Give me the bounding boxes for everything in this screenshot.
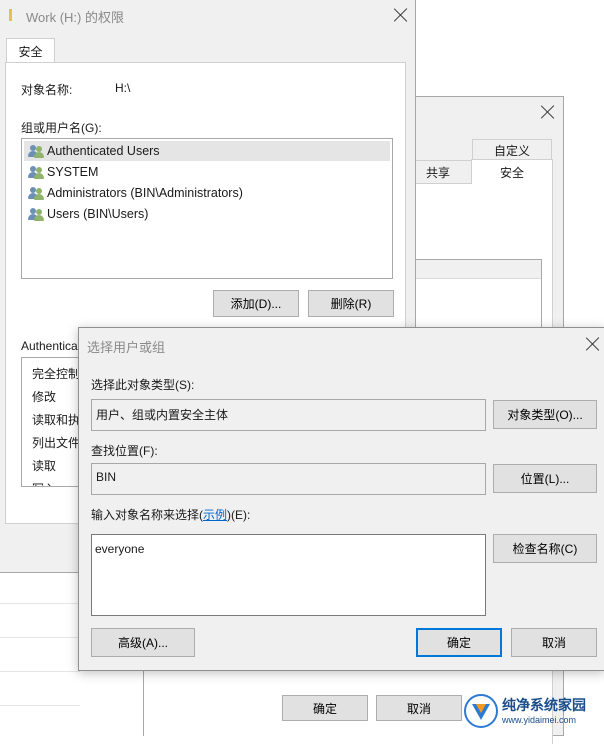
user-name: Authenticated Users [47,144,160,158]
list-item[interactable]: SYSTEM [24,162,390,182]
group-users-label: 组或用户名(G): [21,121,102,135]
list-header [405,260,541,279]
user-name: Users (BIN\Users) [47,207,149,221]
object-types-button[interactable]: 对象类型(O)... [493,400,597,429]
permissions-header: Authentica [21,339,78,353]
folder-icon [9,9,12,21]
permission-item: 写入 [32,480,56,486]
users-icon [28,186,44,200]
user-name: SYSTEM [47,165,99,179]
watermark-logo-icon [464,694,498,728]
check-names-button[interactable]: 检查名称(C) [493,534,597,563]
permission-item: 读取 [32,459,57,473]
users-icon [28,207,44,221]
enter-names-suffix: )(E): [227,508,251,522]
object-type-label: 选择此对象类型(S): [91,378,195,392]
cancel-button[interactable]: 取消 [376,695,462,721]
select-users-dialog: 选择用户或组 选择此对象类型(S): 用户、组或内置安全主体 对象类型(O)..… [78,327,604,671]
locations-button[interactable]: 位置(L)... [493,464,597,493]
cancel-button[interactable]: 取消 [511,628,597,657]
background-divider [0,603,80,604]
ok-button[interactable]: 确定 [416,628,502,657]
object-names-input[interactable]: everyone [91,534,486,616]
close-icon[interactable] [541,105,555,119]
tab-custom[interactable]: 自定义 [472,139,552,161]
tab-security[interactable]: 安全 [6,38,55,63]
examples-link[interactable]: 示例 [203,508,227,522]
close-icon[interactable] [394,8,408,22]
object-names-text: everyone [95,542,145,556]
dialog-title: 选择用户或组 [87,340,166,355]
permission-item: 完全控制 [32,367,81,381]
permissions-list[interactable]: 完全控制 修改 读取和执 列出文件 读取 写入 [21,357,83,487]
background-divider [0,671,80,672]
permission-item: 列出文件 [32,436,81,450]
object-name-label: 对象名称: [21,83,73,97]
enter-names-prefix: 输入对象名称来选择( [91,508,203,522]
remove-button[interactable]: 删除(R) [308,290,394,317]
enter-names-label: 输入对象名称来选择(示例)(E): [91,506,250,523]
window-title: Work (H:) 的权限 [26,10,124,25]
users-list[interactable]: Authenticated Users SYSTEM Administrator… [21,138,393,279]
close-icon[interactable] [586,337,600,351]
ok-button[interactable]: 确定 [282,695,368,721]
permission-item: 修改 [32,390,57,404]
location-field: BIN [91,463,486,495]
permission-item: 读取和执 [32,413,81,427]
permissions-box [404,259,542,331]
list-item[interactable]: Administrators (BIN\Administrators) [24,183,390,203]
add-button[interactable]: 添加(D)... [213,290,299,317]
object-name-value: H:\ [115,81,131,95]
location-label: 查找位置(F): [91,444,158,458]
background-divider [0,705,80,706]
list-item[interactable]: Authenticated Users [24,141,390,161]
watermark-site-name: 纯净系统家园 [502,697,586,713]
tab-security[interactable]: 安全 [471,159,553,185]
user-name: Administrators (BIN\Administrators) [47,186,243,200]
background-divider [0,637,80,638]
watermark: 纯净系统家园 www.yidaimei.com [462,691,604,731]
watermark-site-url: www.yidaimei.com [502,715,577,725]
users-icon [28,165,44,179]
list-item[interactable]: Users (BIN\Users) [24,204,390,224]
advanced-button[interactable]: 高级(A)... [91,628,195,657]
users-icon [28,144,44,158]
object-type-field: 用户、组或内置安全主体 [91,399,486,431]
